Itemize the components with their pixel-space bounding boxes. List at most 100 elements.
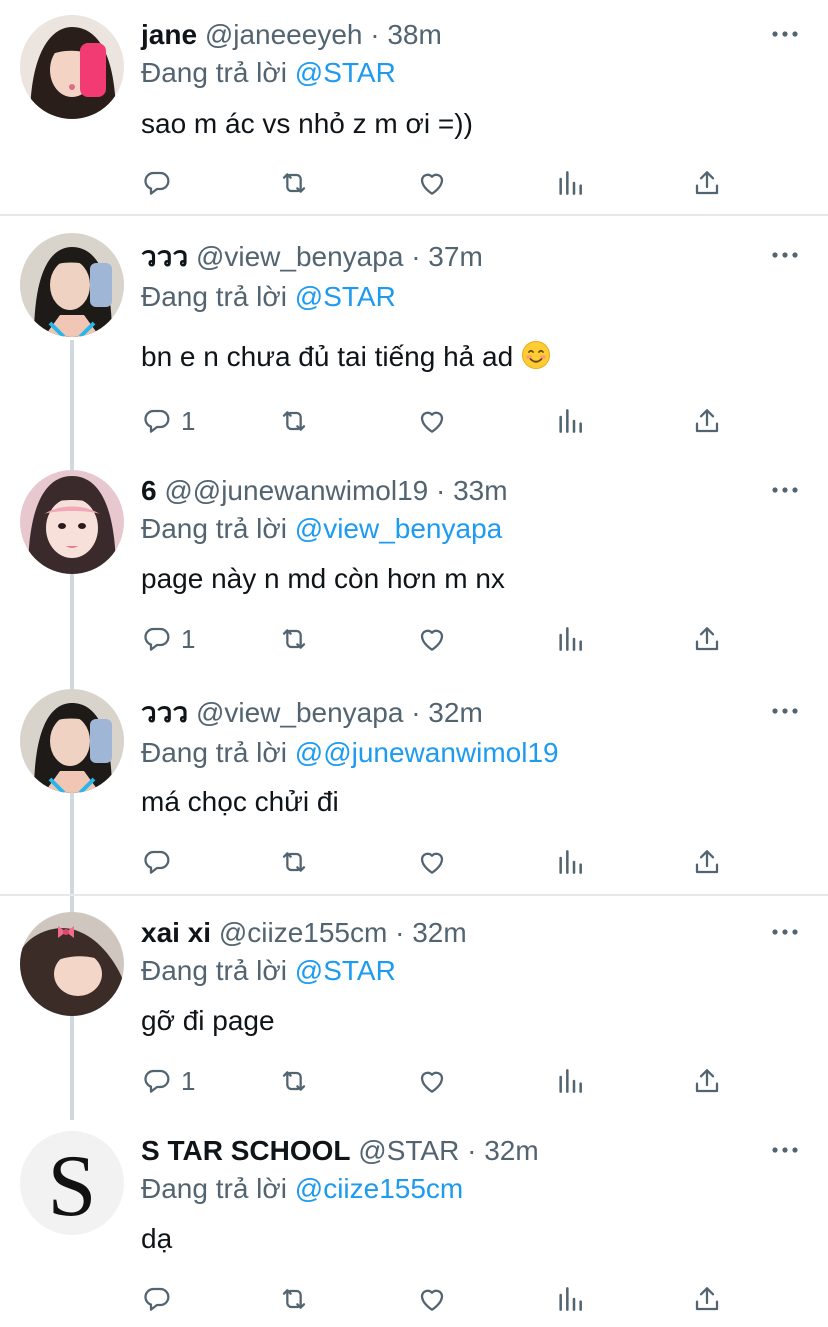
analytics-icon <box>554 1283 586 1315</box>
timestamp[interactable]: 32m <box>484 1135 538 1166</box>
tweet-header: ววว @view_benyapa · 37m <box>141 240 483 274</box>
handle[interactable]: @view_benyapa <box>196 241 403 272</box>
tweet-text: page này n md còn hơn m nx <box>141 563 505 594</box>
mention-link[interactable]: @STAR <box>295 955 396 986</box>
timestamp[interactable]: 32m <box>412 917 466 948</box>
separator <box>0 894 828 896</box>
more-icon[interactable] <box>770 701 800 721</box>
display-name[interactable]: 6 <box>141 475 157 506</box>
analytics-button[interactable] <box>554 619 586 659</box>
handle[interactable]: @view_benyapa <box>196 697 403 728</box>
reply-button[interactable] <box>141 163 181 203</box>
tweet-header: 6 @@junewanwimol19 · 33m <box>141 474 508 508</box>
like-button[interactable] <box>416 1279 448 1319</box>
replying-to: Đang trả lời @ciize155cm <box>141 1172 463 1206</box>
analytics-icon <box>554 405 586 437</box>
avatar[interactable] <box>20 470 124 574</box>
more-icon[interactable] <box>770 480 800 500</box>
analytics-button[interactable] <box>554 163 586 203</box>
like-button[interactable] <box>416 619 448 659</box>
tweet-text: sao m ác vs nhỏ z m ơi =)) <box>141 108 473 139</box>
smiling-face-emoji <box>521 341 550 369</box>
share-icon <box>691 1065 723 1097</box>
more-icon[interactable] <box>770 24 800 44</box>
avatar[interactable] <box>20 233 124 337</box>
display-name[interactable]: S TAR SCHOOL <box>141 1135 350 1166</box>
tweet-text: bn e n chưa đủ tai tiếng hả ad <box>141 340 551 374</box>
retweet-button[interactable] <box>278 619 310 659</box>
share-button[interactable] <box>691 842 723 882</box>
action-bar: 1 <box>141 1061 741 1101</box>
timestamp[interactable]: 32m <box>428 697 482 728</box>
timestamp[interactable]: 38m <box>387 19 441 50</box>
display-name[interactable]: ววว <box>141 697 188 728</box>
replying-to-label: Đang trả lời <box>141 57 287 88</box>
replying-to: Đang trả lời @STAR <box>141 56 396 90</box>
handle[interactable]: @STAR <box>358 1135 459 1166</box>
retweet-button[interactable] <box>278 163 310 203</box>
replying-to-label: Đang trả lời <box>141 1173 287 1204</box>
analytics-button[interactable] <box>554 842 586 882</box>
reply-button[interactable] <box>141 842 181 882</box>
analytics-icon <box>554 846 586 878</box>
action-bar <box>141 842 741 882</box>
retweet-icon <box>278 623 310 655</box>
reply-button[interactable]: 1 <box>141 619 195 659</box>
separator-dot: · <box>395 917 405 948</box>
avatar[interactable] <box>20 15 124 119</box>
mention-link[interactable]: @ciize155cm <box>295 1173 463 1204</box>
like-icon <box>416 1065 448 1097</box>
retweet-button[interactable] <box>278 401 310 441</box>
retweet-icon <box>278 1065 310 1097</box>
separator-dot: · <box>411 241 421 272</box>
handle[interactable]: @@junewanwimol19 <box>164 475 428 506</box>
share-icon <box>691 1283 723 1315</box>
analytics-button[interactable] <box>554 1061 586 1101</box>
share-button[interactable] <box>691 401 723 441</box>
reply-icon <box>141 167 173 199</box>
retweet-button[interactable] <box>278 1279 310 1319</box>
display-name[interactable]: xai xi <box>141 917 211 948</box>
mention-link[interactable]: @STAR <box>295 281 396 312</box>
like-button[interactable] <box>416 401 448 441</box>
handle[interactable]: @ciize155cm <box>219 917 387 948</box>
reply-button[interactable]: 1 <box>141 1061 195 1101</box>
mention-link[interactable]: @@junewanwimol19 <box>295 737 559 768</box>
avatar[interactable]: S <box>20 1131 124 1235</box>
mention-link[interactable]: @view_benyapa <box>295 513 502 544</box>
share-icon <box>691 623 723 655</box>
share-button[interactable] <box>691 1061 723 1101</box>
share-button[interactable] <box>691 1279 723 1319</box>
share-button[interactable] <box>691 619 723 659</box>
reply-icon <box>141 846 173 878</box>
reply-button[interactable] <box>141 1279 181 1319</box>
analytics-button[interactable] <box>554 401 586 441</box>
analytics-icon <box>554 623 586 655</box>
more-icon[interactable] <box>770 1140 800 1160</box>
analytics-button[interactable] <box>554 1279 586 1319</box>
more-icon[interactable] <box>770 922 800 942</box>
like-button[interactable] <box>416 1061 448 1101</box>
separator-dot: · <box>411 697 421 728</box>
replying-to: Đang trả lời @STAR <box>141 954 396 988</box>
share-button[interactable] <box>691 163 723 203</box>
tweet-header: xai xi @ciize155cm · 32m <box>141 916 467 950</box>
mention-link[interactable]: @STAR <box>295 57 396 88</box>
replying-to-label: Đang trả lời <box>141 281 287 312</box>
handle[interactable]: @janeeeyeh <box>205 19 363 50</box>
avatar[interactable] <box>20 689 124 793</box>
replying-to-label: Đang trả lời <box>141 737 287 768</box>
retweet-button[interactable] <box>278 842 310 882</box>
retweet-icon <box>278 846 310 878</box>
display-name[interactable]: jane <box>141 19 197 50</box>
reply-button[interactable]: 1 <box>141 401 195 441</box>
timestamp[interactable]: 33m <box>453 475 507 506</box>
avatar[interactable] <box>20 912 124 1016</box>
timestamp[interactable]: 37m <box>428 241 482 272</box>
like-button[interactable] <box>416 163 448 203</box>
display-name[interactable]: ววว <box>141 241 188 272</box>
like-button[interactable] <box>416 842 448 882</box>
retweet-button[interactable] <box>278 1061 310 1101</box>
more-icon[interactable] <box>770 245 800 265</box>
tweet-text: gỡ đi page <box>141 1005 275 1036</box>
